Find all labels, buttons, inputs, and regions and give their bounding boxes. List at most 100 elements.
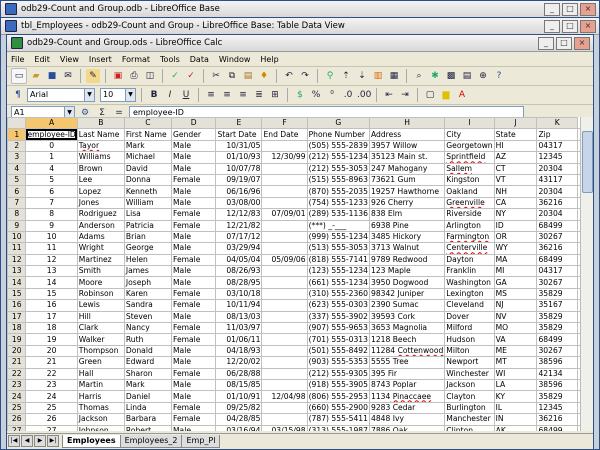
- cell[interactable]: 7886 Oak: [368, 424, 446, 431]
- cell[interactable]: 12345: [536, 401, 578, 415]
- cell[interactable]: 9: [25, 219, 78, 232]
- cell[interactable]: Male: [170, 276, 217, 289]
- cell[interactable]: 6: [25, 185, 78, 198]
- cell[interactable]: Female: [170, 401, 217, 415]
- cell[interactable]: Clayton: [444, 390, 495, 403]
- cell[interactable]: 3950 Dogwood: [368, 276, 446, 289]
- cell[interactable]: Clinton: [444, 424, 495, 431]
- cell[interactable]: William: [123, 196, 173, 210]
- row-header[interactable]: 20: [7, 344, 27, 358]
- cell[interactable]: Sallem: [444, 162, 495, 175]
- cell[interactable]: Female: [170, 322, 217, 335]
- cell[interactable]: Daniel: [123, 390, 173, 403]
- cell[interactable]: [261, 230, 308, 244]
- cell[interactable]: Johnson: [76, 424, 125, 431]
- cell[interactable]: (870) 555-2035: [306, 185, 370, 198]
- cell[interactable]: 12/12/83: [215, 208, 263, 221]
- cell[interactable]: 36216: [536, 196, 578, 210]
- cell[interactable]: Brian: [123, 230, 173, 244]
- cell[interactable]: Dayton: [444, 253, 495, 267]
- cell[interactable]: Male: [170, 265, 217, 278]
- cell[interactable]: NH: [493, 185, 538, 198]
- cell[interactable]: Male: [170, 139, 217, 153]
- cell[interactable]: 04317: [536, 139, 578, 153]
- sheet-tab-employees-2[interactable]: Employees_2: [119, 434, 183, 448]
- cell[interactable]: 23: [25, 378, 78, 392]
- cell[interactable]: Lee: [76, 173, 125, 187]
- cell[interactable]: 30267: [536, 276, 578, 289]
- align-left-icon[interactable]: ≡: [204, 88, 218, 102]
- column-header-b[interactable]: B: [76, 117, 125, 130]
- cell[interactable]: LA: [493, 378, 538, 392]
- cell[interactable]: [261, 173, 308, 187]
- new-document-icon[interactable]: ▭: [11, 68, 27, 84]
- cell[interactable]: City: [444, 128, 495, 141]
- cell[interactable]: CA: [493, 196, 538, 210]
- cell[interactable]: 30267: [536, 230, 578, 244]
- cell[interactable]: MS: [493, 287, 538, 301]
- cell[interactable]: 73621 Gum: [368, 173, 446, 187]
- cell[interactable]: HI: [493, 139, 538, 153]
- column-header-a[interactable]: A: [25, 117, 78, 130]
- cell[interactable]: 3713 Walnut: [368, 242, 446, 255]
- cell[interactable]: Karen: [123, 287, 173, 301]
- cell[interactable]: VA: [493, 333, 538, 346]
- vertical-scrollbar[interactable]: [580, 117, 593, 431]
- row-header[interactable]: 25: [7, 401, 27, 415]
- chevron-down-icon[interactable]: ▼: [84, 89, 94, 101]
- export-pdf-icon[interactable]: ▣: [111, 69, 125, 83]
- cell[interactable]: WI: [493, 367, 538, 381]
- cell[interactable]: [261, 344, 308, 358]
- cell[interactable]: Washington: [444, 276, 495, 289]
- cell[interactable]: Patricia: [123, 219, 173, 232]
- maximize-button[interactable]: □: [562, 20, 578, 33]
- cell[interactable]: 08/26/93: [215, 265, 263, 278]
- cell[interactable]: NV: [493, 310, 538, 324]
- email-icon[interactable]: ✉: [61, 69, 75, 83]
- cell[interactable]: VT: [493, 173, 538, 187]
- menu-view[interactable]: View: [60, 55, 79, 64]
- row-header[interactable]: 6: [7, 185, 27, 198]
- cell[interactable]: Winchester: [444, 367, 495, 381]
- cell[interactable]: 04/18/93: [215, 344, 263, 358]
- cell[interactable]: George: [123, 242, 173, 255]
- cell[interactable]: Male: [170, 390, 217, 403]
- cell[interactable]: Joseph: [123, 276, 173, 289]
- cell[interactable]: 20304: [536, 208, 578, 221]
- underline-icon[interactable]: U: [179, 88, 193, 102]
- cell[interactable]: Male: [170, 344, 217, 358]
- cell[interactable]: Male: [170, 310, 217, 324]
- calc-titlebar[interactable]: odb29-Count and Group.ods - LibreOffice …: [7, 35, 593, 52]
- cell[interactable]: 10/31/05: [215, 139, 263, 153]
- menu-file[interactable]: File: [11, 55, 24, 64]
- cell[interactable]: (289) 535-1136: [306, 208, 370, 221]
- styles-icon[interactable]: ¶: [11, 88, 25, 102]
- cell[interactable]: (787) 555-5411: [306, 413, 370, 426]
- print-preview-icon[interactable]: ◫: [143, 69, 157, 83]
- row-header[interactable]: 2: [7, 139, 27, 153]
- cell[interactable]: Jackson: [444, 378, 495, 392]
- cell[interactable]: Moore: [76, 276, 125, 289]
- find-icon[interactable]: ⌕: [412, 69, 426, 83]
- cell[interactable]: 35829: [536, 390, 578, 403]
- cell[interactable]: IL: [493, 401, 538, 415]
- cell[interactable]: 07/17/12: [215, 230, 263, 244]
- add-decimal-icon[interactable]: .0: [341, 88, 355, 102]
- cell[interactable]: (212) 555-3053: [306, 162, 370, 175]
- align-center-icon[interactable]: ≡: [220, 88, 234, 102]
- cell[interactable]: [261, 287, 308, 301]
- cell[interactable]: 247 Mahogany: [368, 162, 446, 175]
- cell[interactable]: Nancy: [123, 322, 173, 335]
- cell[interactable]: (999) 555-1234: [306, 230, 370, 244]
- cell[interactable]: Male: [170, 230, 217, 244]
- cell[interactable]: Centerville: [444, 242, 495, 255]
- cell[interactable]: (661) 555-1234: [306, 276, 370, 289]
- spreadsheet-grid[interactable]: A B C D E F G H I J K 1 employee-ID Last Name First Na…: [7, 117, 581, 431]
- percent-icon[interactable]: %: [309, 88, 323, 102]
- cell[interactable]: 07/09/01: [261, 208, 308, 221]
- cell[interactable]: 20: [25, 344, 78, 358]
- table-titlebar[interactable]: tbl_Employees - odb29-Count and Group - …: [1, 18, 599, 35]
- first-sheet-icon[interactable]: |◀: [8, 435, 20, 447]
- cell[interactable]: Male: [170, 424, 217, 431]
- cell[interactable]: Cleveland: [444, 299, 495, 312]
